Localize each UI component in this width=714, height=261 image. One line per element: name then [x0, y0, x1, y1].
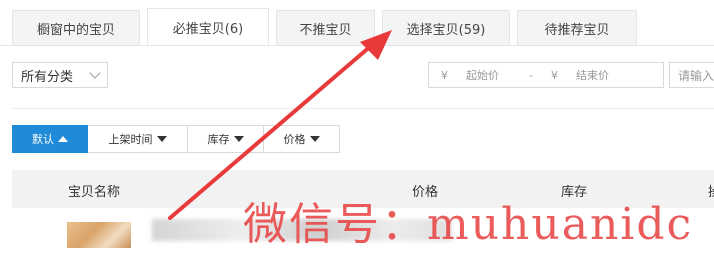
price-range-input: ¥ 起始价 - ¥ 结束价 — [428, 62, 664, 88]
watermark: 微信号：muhuanidc — [243, 199, 694, 250]
search-input[interactable]: 请输入 — [669, 62, 714, 88]
sort-price-button[interactable]: 价格 — [264, 125, 340, 153]
column-header-actions: 操 — [708, 181, 714, 200]
tabs-divider — [0, 45, 714, 46]
tab-must-recommend[interactable]: 必推宝贝(6) — [147, 8, 269, 46]
range-dash: - — [529, 68, 533, 82]
tab-select-items[interactable]: 选择宝贝(59) — [382, 10, 510, 46]
sort-listing-time-button[interactable]: 上架时间 — [88, 125, 188, 153]
sort-price-label: 价格 — [283, 133, 306, 146]
caret-up-icon — [58, 136, 68, 142]
caret-down-icon — [156, 136, 167, 142]
category-select-value: 所有分类 — [21, 69, 74, 85]
tab-not-recommend[interactable]: 不推宝贝 — [276, 10, 375, 46]
search-placeholder: 请输入 — [678, 68, 714, 83]
product-thumbnail — [67, 222, 131, 248]
column-header-item-name: 宝贝名称 — [68, 185, 121, 200]
tab-showcase[interactable]: 橱窗中的宝贝 — [12, 10, 140, 46]
caret-down-icon — [309, 136, 320, 142]
sort-stock-label: 库存 — [207, 133, 230, 146]
filter-divider — [12, 108, 714, 109]
sort-default-button[interactable]: 默认 — [12, 125, 88, 153]
tab-pending-recommend[interactable]: 待推荐宝贝 — [517, 10, 637, 46]
currency-symbol: ¥ — [441, 68, 448, 82]
sort-default-label: 默认 — [32, 133, 54, 146]
page: 橱窗中的宝贝 必推宝贝(6) 不推宝贝 选择宝贝(59) 待推荐宝贝 所有分类 … — [0, 0, 714, 261]
caret-down-icon — [233, 136, 244, 142]
sort-button-group: 默认 上架时间 库存 价格 — [12, 125, 340, 153]
sort-listing-time-label: 上架时间 — [108, 133, 153, 146]
currency-symbol: ¥ — [550, 68, 558, 82]
chevron-down-icon — [89, 67, 101, 79]
max-price-input[interactable]: 结束价 — [576, 67, 609, 83]
tab-bar: 橱窗中的宝贝 必推宝贝(6) 不推宝贝 选择宝贝(59) 待推荐宝贝 — [12, 8, 637, 46]
category-select[interactable]: 所有分类 — [12, 62, 108, 88]
sort-stock-button[interactable]: 库存 — [188, 125, 264, 153]
min-price-input[interactable]: 起始价 — [466, 67, 499, 83]
